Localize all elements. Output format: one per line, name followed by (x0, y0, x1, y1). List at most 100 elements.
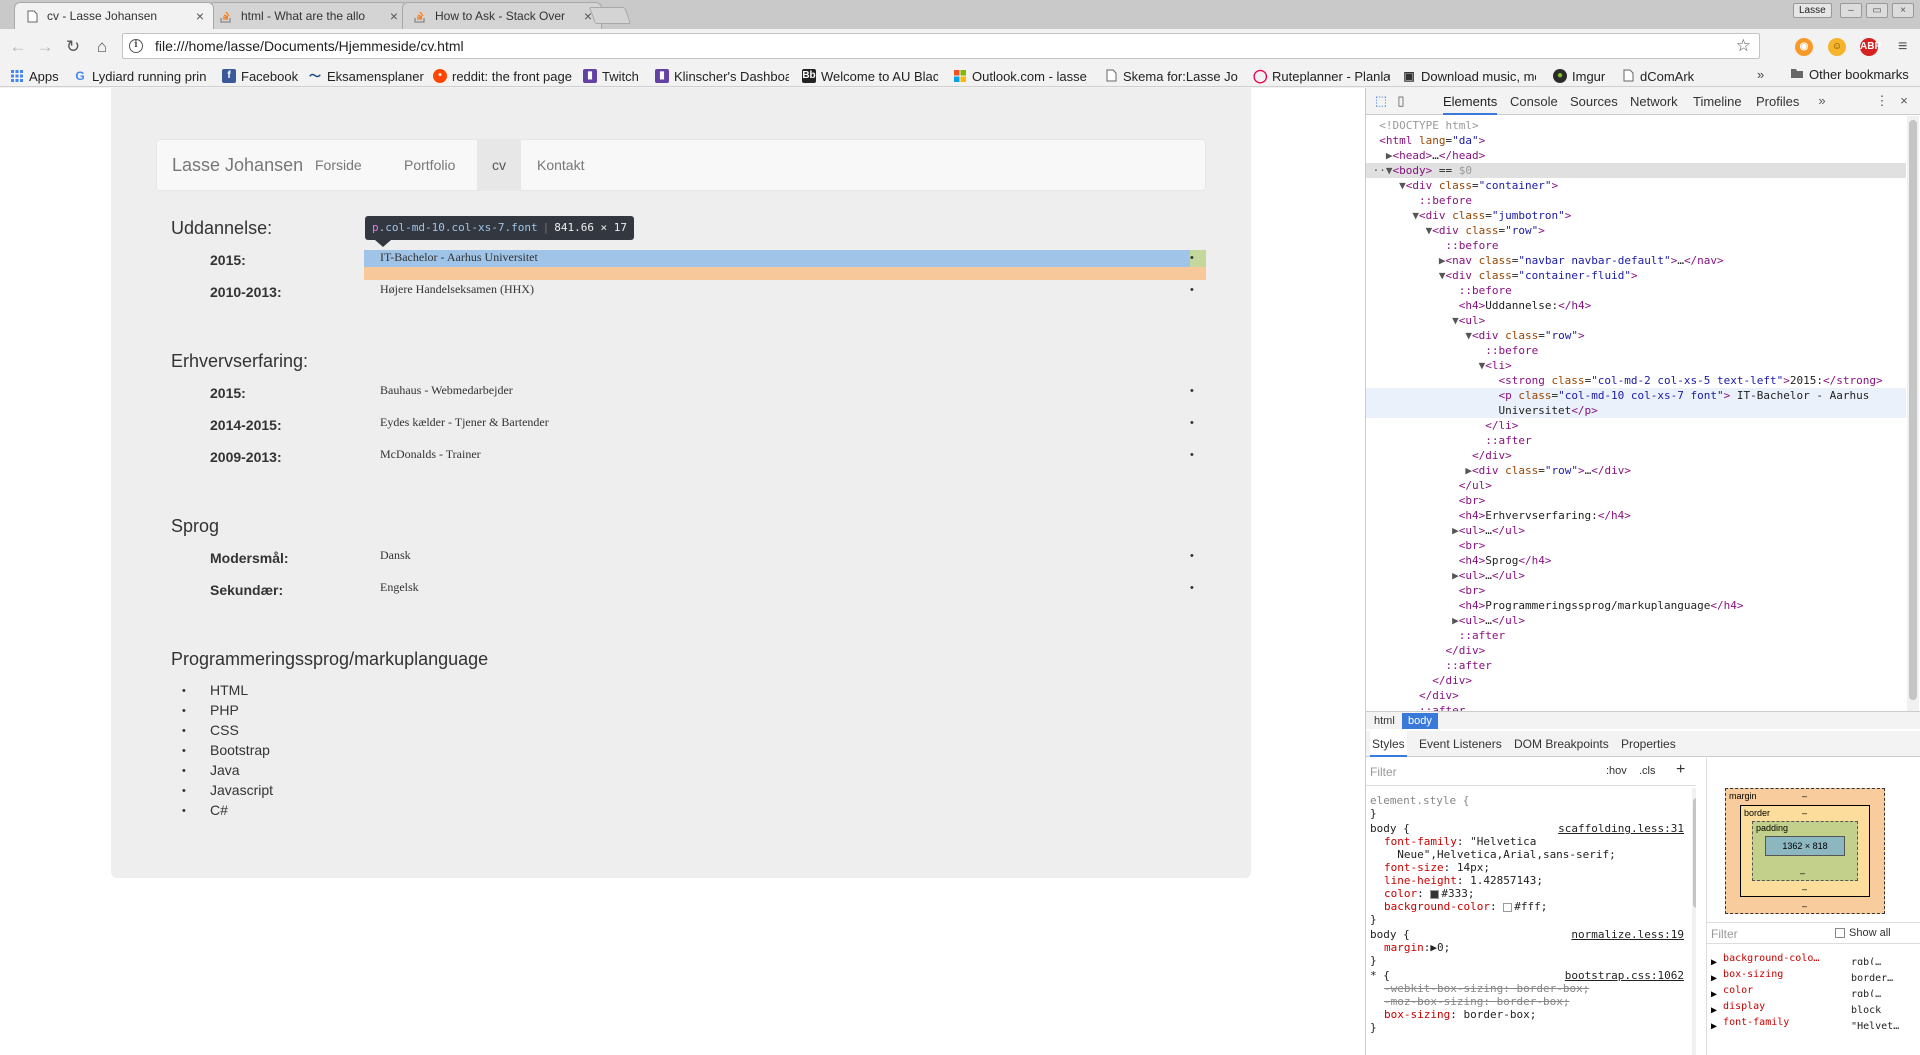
dom-node[interactable]: ▶<head>…</head> (1366, 148, 1906, 163)
dom-node[interactable]: <br> (1366, 583, 1906, 598)
tab-cv[interactable]: cv - Lasse Johansen × (14, 2, 214, 29)
devtools-tab-network[interactable]: Network (1630, 88, 1678, 115)
dom-node[interactable]: ▶<div class="row">…</div> (1366, 463, 1906, 478)
tab-event-listeners[interactable]: Event Listeners (1419, 731, 1502, 757)
dom-node[interactable]: ▼<div class="container"> (1366, 178, 1906, 193)
dom-node[interactable]: <!DOCTYPE html> (1366, 118, 1906, 133)
dom-tree-scrollbar[interactable] (1907, 116, 1919, 716)
css-source-link[interactable]: bootstrap.css:1062 (1565, 969, 1684, 982)
dom-node[interactable]: <h4>Uddannelse:</h4> (1366, 298, 1906, 313)
css-declaration[interactable]: color: #333; (1384, 887, 1696, 900)
back-arrow-icon[interactable]: ← (8, 37, 28, 57)
bookmark-reddit[interactable]: • reddit: the front page (433, 67, 572, 85)
tab-how-to-ask[interactable]: How to Ask - Stack Over × (402, 2, 602, 29)
dom-node[interactable]: ▼<div class="row"> (1366, 223, 1906, 238)
computed-filter-input[interactable]: Filter (1711, 927, 1738, 941)
css-source-link[interactable]: scaffolding.less:31 (1558, 822, 1684, 835)
inspect-element-icon[interactable]: ⬚ (1373, 93, 1389, 109)
bookmark-download-music[interactable]: ▣ Download music, mo (1402, 67, 1536, 85)
rss-icon[interactable]: ◉ (1795, 38, 1813, 56)
url-text[interactable]: file:///home/lasse/Documents/Hjemmeside/… (155, 38, 464, 54)
css-declaration[interactable]: margin:▶0; (1384, 941, 1696, 954)
dom-node[interactable]: ▶<nav class="navbar navbar-default">…</n… (1366, 253, 1906, 268)
menu-icon[interactable]: ≡ (1898, 38, 1907, 56)
nav-link-cv[interactable]: cv (477, 140, 521, 190)
dom-node[interactable]: ▼<div class="jumbotron"> (1366, 208, 1906, 223)
dom-node[interactable]: <br> (1366, 538, 1906, 553)
dom-node[interactable]: ::before (1366, 193, 1906, 208)
tab-stackoverflow-question[interactable]: html - What are the allo × (208, 2, 408, 29)
dom-node[interactable]: </div> (1366, 643, 1906, 658)
bookmark-ruteplanner[interactable]: ◯ Ruteplanner - Planlæ (1253, 67, 1390, 85)
dom-node[interactable]: </div> (1366, 448, 1906, 463)
bookmark-eksamensplaner[interactable]: 〜 Eksamensplaner (308, 67, 424, 85)
css-declaration[interactable]: box-sizing: border-box; (1384, 1008, 1696, 1021)
close-icon[interactable]: × (387, 8, 401, 24)
device-mode-icon[interactable]: ▯ (1393, 93, 1409, 109)
dom-node[interactable]: <h4>Programmeringssprog/markuplanguage</… (1366, 598, 1906, 613)
bookmark-outlook[interactable]: Outlook.com - lasse_ (953, 67, 1087, 85)
bookmark-skema[interactable]: Skema for:Lasse Joha (1104, 67, 1238, 85)
bookmark-apps[interactable]: Apps (10, 67, 59, 85)
dom-node-hovered[interactable]: Universitet</p> (1366, 403, 1906, 418)
dom-node[interactable]: <h4>Sprog</h4> (1366, 553, 1906, 568)
navbar-brand[interactable]: Lasse Johansen (172, 140, 303, 190)
dom-node[interactable]: <html lang="da"> (1366, 133, 1906, 148)
info-icon[interactable]: i (129, 39, 143, 53)
new-tab-button[interactable] (588, 7, 632, 24)
css-declaration[interactable]: Neue",Helvetica,Arial,sans-serif; (1384, 848, 1696, 861)
css-declaration[interactable]: font-size: 14px; (1384, 861, 1696, 874)
close-window-button[interactable]: × (1892, 3, 1914, 18)
dom-node[interactable]: ::after (1366, 628, 1906, 643)
dom-node[interactable]: </li> (1366, 418, 1906, 433)
bookmark-facebook[interactable]: f Facebook (222, 67, 298, 85)
minimize-button[interactable]: – (1840, 3, 1862, 18)
home-icon[interactable]: ⌂ (92, 37, 112, 57)
maximize-button[interactable]: ▭ (1866, 3, 1888, 18)
address-bar[interactable]: i file:///home/lasse/Documents/Hjemmesid… (122, 33, 1760, 59)
css-rule[interactable]: element.style { (1370, 794, 1690, 807)
devtools-tab-timeline[interactable]: Timeline (1693, 88, 1742, 115)
css-rule[interactable]: body {scaffolding.less:31 (1370, 822, 1690, 835)
css-rule[interactable]: body {normalize.less:19 (1370, 928, 1690, 941)
dom-node[interactable]: </ul> (1366, 478, 1906, 493)
show-all-checkbox[interactable]: Show all (1835, 927, 1891, 939)
dom-node[interactable]: <strong class="col-md-2 col-xs-5 text-le… (1366, 373, 1906, 388)
devtools-tab-console[interactable]: Console (1510, 88, 1558, 115)
computed-property[interactable]: ▶ font-family "Helvet… (1711, 1016, 1916, 1029)
dom-node[interactable]: ::before (1366, 238, 1906, 253)
bookmark-dcomark[interactable]: dComArk (1621, 67, 1694, 85)
forward-arrow-icon[interactable]: → (35, 37, 55, 57)
bookmark-twitch[interactable]: ▮ Twitch (583, 67, 639, 85)
css-declaration[interactable]: background-color: #fff; (1384, 900, 1696, 913)
devtools-tab-profiles[interactable]: Profiles (1756, 88, 1799, 115)
close-icon[interactable]: × (193, 8, 207, 24)
bookmark-imgur[interactable]: ● Imgur (1553, 67, 1605, 85)
computed-property[interactable]: ▶ box-sizing border… (1711, 968, 1916, 981)
dom-node[interactable]: <h4>Erhvervserfaring:</h4> (1366, 508, 1906, 523)
more-tabs-chevron-icon[interactable]: » (1814, 93, 1830, 109)
bookmark-au-blackboard[interactable]: Bb Welcome to AU Black (802, 67, 938, 85)
dom-node[interactable]: </div> (1366, 673, 1906, 688)
dom-node[interactable]: ▶<ul>…</ul> (1366, 613, 1906, 628)
css-rule[interactable]: * {bootstrap.css:1062 (1370, 969, 1690, 982)
nav-link-portfolio[interactable]: Portfolio (389, 140, 470, 190)
dom-node[interactable]: ▶<ul>…</ul> (1366, 568, 1906, 583)
profile-button[interactable]: Lasse (1793, 3, 1832, 18)
other-bookmarks[interactable]: Other bookmarks (1790, 67, 1909, 82)
css-declaration[interactable]: font-family: "Helvetica (1384, 835, 1696, 848)
dom-node[interactable]: ▶<ul>…</ul> (1366, 523, 1906, 538)
styles-scrollbar[interactable] (1692, 788, 1696, 1055)
styles-filter-input[interactable]: Filter (1370, 765, 1397, 779)
nav-link-kontakt[interactable]: Kontakt (522, 140, 599, 190)
dom-node[interactable]: ▼<li> (1366, 358, 1906, 373)
dom-node[interactable]: ▼<div class="row"> (1366, 328, 1906, 343)
dom-node[interactable]: ::before (1366, 343, 1906, 358)
computed-property[interactable]: ▶ color rgb(… (1711, 984, 1916, 997)
tab-styles[interactable]: Styles (1370, 731, 1407, 757)
css-declaration-overridden[interactable]: -moz-box-sizing: border-box; (1384, 995, 1696, 1008)
dom-node[interactable]: <br> (1366, 493, 1906, 508)
hover-state-toggle[interactable]: :hov (1606, 765, 1627, 777)
css-source-link[interactable]: normalize.less:19 (1571, 928, 1684, 941)
bookmarks-overflow-chevron-icon[interactable]: » (1757, 67, 1764, 82)
